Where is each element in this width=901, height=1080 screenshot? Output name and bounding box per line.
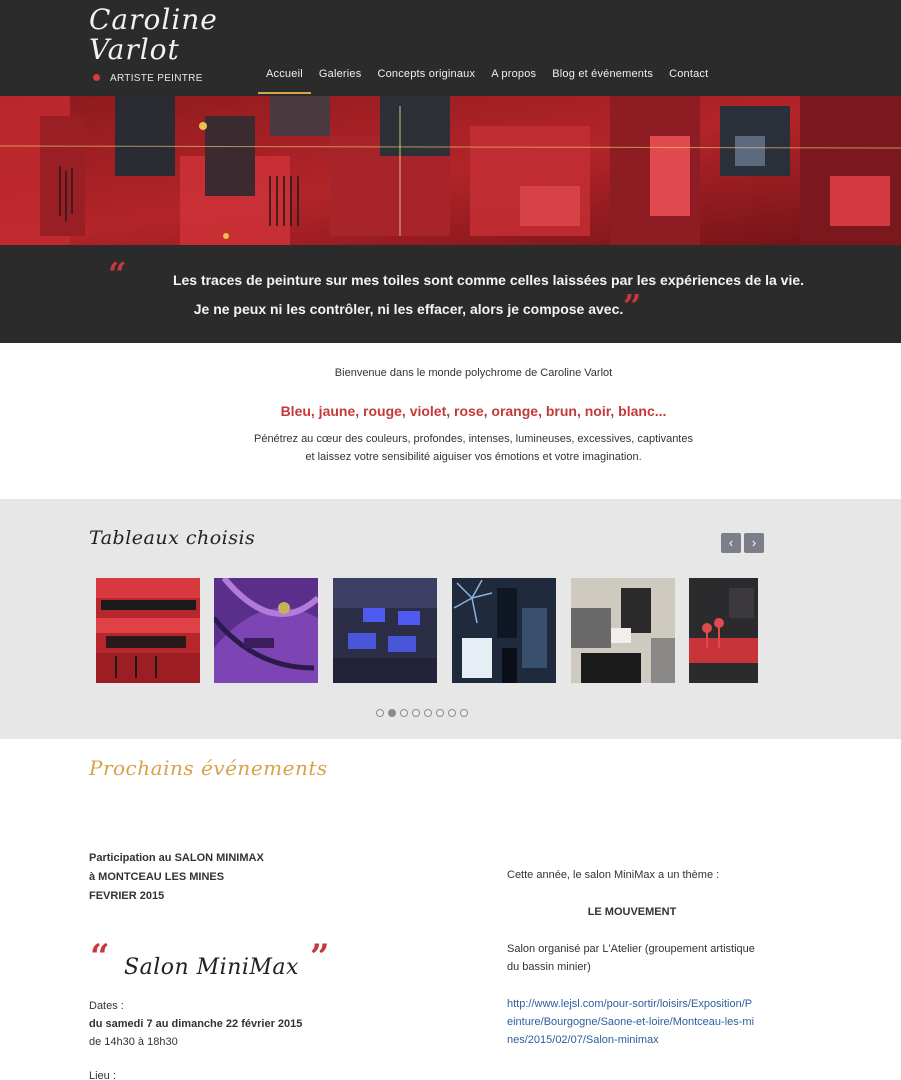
intro-text-line-2: et laissez votre sensibilité aiguiser vo… <box>305 451 642 463</box>
event-heading-line-2: à MONTCEAU LES MINES <box>89 871 225 883</box>
intro-text-line-1: Pénétrez au cœur des couleurs, profondes… <box>253 433 693 445</box>
event-heading-line-3: FEVRIER 2015 <box>89 890 165 902</box>
nav-item-blog-evenements[interactable]: Blog et événements <box>544 62 661 94</box>
painting-thumbnail[interactable] <box>96 578 200 683</box>
event-heading: Participation au SALON MINIMAX à MONTCEA… <box>89 849 264 906</box>
painting-thumbnail[interactable] <box>452 578 556 683</box>
main-nav: Accueil Galeries Concepts originaux A pr… <box>258 62 716 96</box>
carousel-dot[interactable] <box>424 709 432 717</box>
carousel-dot[interactable] <box>376 709 384 717</box>
logo-first-name: Caroline <box>89 3 218 36</box>
quote-close-mark: ” <box>623 287 642 325</box>
event-article-link[interactable]: http://www.lejsl.com/pour-sortir/loisirs… <box>507 995 757 1049</box>
carousel-dot[interactable] <box>400 709 408 717</box>
carousel-pagination <box>376 709 468 717</box>
site-header: Caroline Varlot ARTISTE PEINTRE Accueil … <box>0 0 901 96</box>
painting-image <box>333 578 437 683</box>
quote-line-1: Les traces de peinture sur mes toiles so… <box>172 272 805 288</box>
logo-last-name: Varlot <box>89 33 180 66</box>
painting-thumbnail[interactable] <box>333 578 437 683</box>
dates-label: Dates : <box>89 1000 124 1012</box>
carousel-prev-button[interactable]: ‹ <box>721 533 741 553</box>
carousel-dot[interactable] <box>412 709 420 717</box>
painting-image <box>689 578 758 683</box>
theme-intro: Cette année, le salon MiniMax a un thème… <box>507 869 720 881</box>
event-heading-line-1: Participation au SALON MINIMAX <box>89 852 264 864</box>
carousel-dot[interactable] <box>460 709 468 717</box>
site-logo[interactable]: Caroline Varlot ARTISTE PEINTRE <box>89 4 249 90</box>
logo-subtitle-text: ARTISTE PEINTRE <box>110 73 203 84</box>
nav-item-accueil[interactable]: Accueil <box>258 62 311 94</box>
painting-thumbnail[interactable] <box>689 578 758 683</box>
carousel-dot[interactable] <box>448 709 456 717</box>
carousel-next-button[interactable]: › <box>744 533 764 553</box>
logo-subtitle: ARTISTE PEINTRE <box>93 73 203 84</box>
red-dot-icon <box>93 74 100 81</box>
quote-band <box>0 245 901 343</box>
quote-line-2: Je ne peux ni les contrôler, ni les effa… <box>193 301 624 317</box>
painting-image <box>571 578 675 683</box>
nav-item-a-propos[interactable]: A propos <box>483 62 544 94</box>
dates-value: du samedi 7 au dimanche 22 février 2015 <box>89 1018 303 1030</box>
salon-quote-open-mark: “ <box>90 937 110 977</box>
theme-name: LE MOUVEMENT <box>587 906 677 918</box>
events-title: Prochains événements <box>89 756 328 780</box>
painting-thumbnail[interactable] <box>571 578 675 683</box>
painting-image <box>214 578 318 683</box>
hero-painting-banner <box>0 96 901 245</box>
salon-name: Salon MiniMax <box>124 955 299 980</box>
event-hours: de 14h30 à 18h30 <box>89 1036 178 1048</box>
event-dates: Dates : du samedi 7 au dimanche 22 févri… <box>89 997 302 1051</box>
lieu-label: Lieu : <box>89 1070 116 1080</box>
carousel-dot-active[interactable] <box>388 709 396 717</box>
painting-image <box>452 578 556 683</box>
intro-text: Pénétrez au cœur des couleurs, profondes… <box>0 430 901 466</box>
painting-thumbnail[interactable] <box>214 578 318 683</box>
carousel-dot[interactable] <box>436 709 444 717</box>
intro-welcome: Bienvenue dans le monde polychrome de Ca… <box>334 367 613 379</box>
event-details: Cette année, le salon MiniMax a un thème… <box>507 866 757 1049</box>
nav-item-contact[interactable]: Contact <box>661 62 716 94</box>
featured-title: Tableaux choisis <box>89 527 256 549</box>
nav-item-concepts-originaux[interactable]: Concepts originaux <box>369 62 483 94</box>
organizer-text: Salon organisé par L'Atelier (groupement… <box>507 943 755 973</box>
salon-quote-close-mark: ” <box>310 937 330 977</box>
nav-item-galeries[interactable]: Galeries <box>311 62 370 94</box>
intro-colors: Bleu, jaune, rouge, violet, rose, orange… <box>280 403 667 419</box>
painting-image <box>96 578 200 683</box>
hero-painting-image <box>0 96 901 245</box>
